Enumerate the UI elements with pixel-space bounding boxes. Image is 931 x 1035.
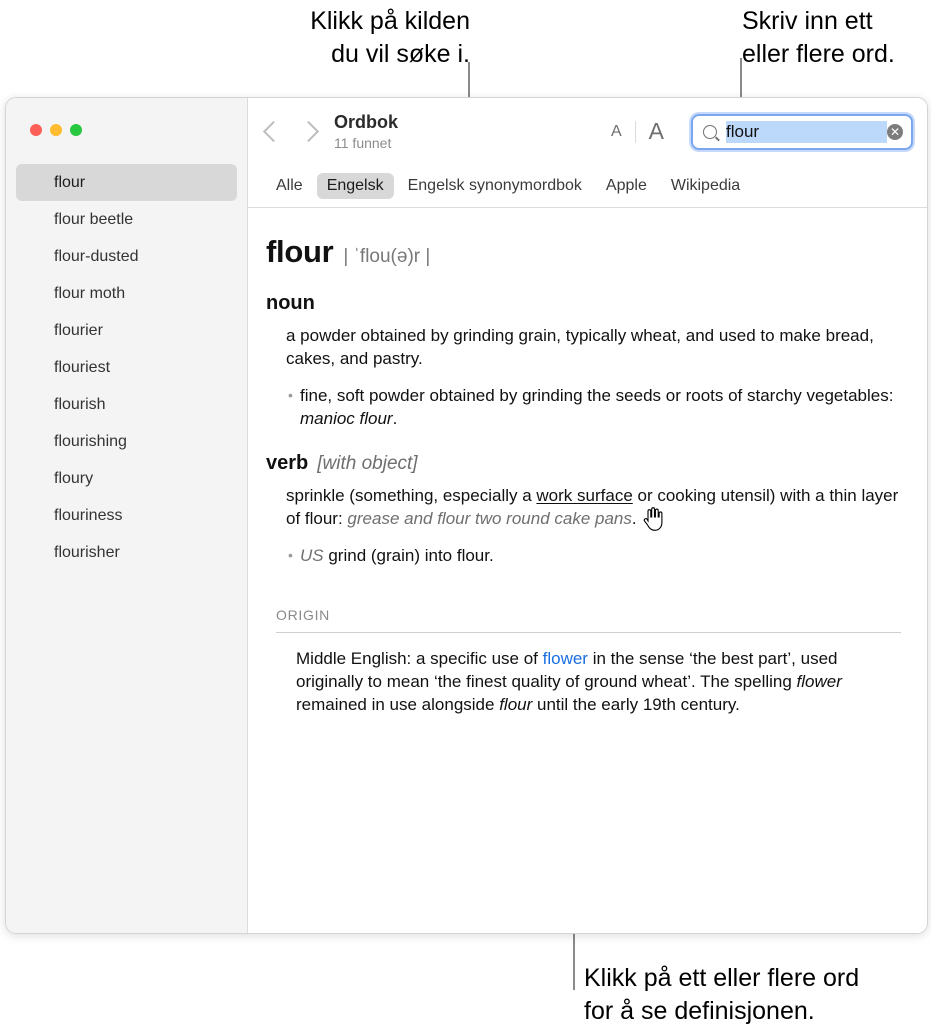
sidebar-item-flour-dusted[interactable]: flour-dusted <box>16 238 237 275</box>
search-input[interactable]: flour <box>726 120 887 143</box>
tab-engelsk-synonymordbok[interactable]: Engelsk synonymordbok <box>398 173 592 199</box>
sidebar-item-flour-beetle[interactable]: flour beetle <box>16 201 237 238</box>
sidebar-item-flouriest[interactable]: flouriest <box>16 349 237 386</box>
title-block: Ordbok 11 funnet <box>334 112 398 151</box>
sidebar-item-flour[interactable]: flour <box>16 164 237 201</box>
sidebar: flour flour beetle flour-dusted flour mo… <box>6 98 248 933</box>
page-title: Ordbok <box>334 112 399 133</box>
origin-part1: Middle English: a specific use of <box>296 649 543 668</box>
sidebar-item-label: flouriest <box>54 358 111 376</box>
chevron-right-icon[interactable] <box>297 120 320 143</box>
tab-alle[interactable]: Alle <box>266 173 313 199</box>
dictionary-window: flour flour beetle flour-dusted flour mo… <box>5 97 928 934</box>
callout-source-text: Klikk på kilden du vil søke i. <box>310 7 470 68</box>
sidebar-item-label: flouriness <box>54 506 123 524</box>
callout-search-text: Skriv inn ett eller flere ord. <box>742 7 895 68</box>
part-of-speech-noun: noun <box>266 292 901 315</box>
verb-example: grease and flour two round cake pans <box>347 509 632 528</box>
origin-heading: ORIGIN <box>276 607 330 623</box>
zoom-button[interactable] <box>70 124 82 136</box>
sidebar-item-label: flour beetle <box>54 210 134 228</box>
search-field[interactable]: flour ✕ <box>691 113 913 150</box>
font-size-controls: A A <box>598 118 677 145</box>
phonetic-transcription: | ˈflou(ə)r | <box>343 246 431 267</box>
headword: flour <box>266 234 334 269</box>
pos-label: verb <box>266 452 309 474</box>
subsense-example: manioc flour <box>300 409 393 428</box>
chevron-left-icon[interactable] <box>262 120 285 143</box>
decrease-font-button[interactable]: A <box>598 123 635 141</box>
origin-divider <box>276 632 901 633</box>
sidebar-item-label: flourisher <box>54 543 120 561</box>
minimize-button[interactable] <box>50 124 62 136</box>
definition-body: flour | ˈflou(ə)r | noun a powder obtain… <box>248 208 927 933</box>
sidebar-item-label: flour-dusted <box>54 247 139 265</box>
tab-engelsk[interactable]: Engelsk <box>316 173 394 199</box>
pos-label: noun <box>266 292 315 314</box>
sidebar-item-label: flourishing <box>54 432 127 450</box>
toolbar: Ordbok 11 funnet A A flour ✕ <box>248 98 927 165</box>
part-of-speech-verb: verb [with object] <box>266 452 901 475</box>
tab-wikipedia[interactable]: Wikipedia <box>661 173 750 199</box>
sidebar-item-flourishing[interactable]: flourishing <box>16 423 237 460</box>
origin-text: Middle English: a specific use of flower… <box>296 647 901 716</box>
sidebar-item-flourier[interactable]: flourier <box>16 312 237 349</box>
origin-part3: remained in use alongside <box>296 695 500 714</box>
verb-sense-1: sprinkle (something, especially a work s… <box>286 484 901 530</box>
hovered-word-link[interactable]: work surface <box>536 486 632 505</box>
callout-word-text: Klikk på ett eller flere ord for å se de… <box>584 964 860 1025</box>
noun-sense-1: a powder obtained by grinding grain, typ… <box>286 326 874 368</box>
sidebar-item-flouriness[interactable]: flouriness <box>16 497 237 534</box>
content-pane: Ordbok 11 funnet A A flour ✕ Alle Engels… <box>248 98 927 933</box>
sidebar-item-flourish[interactable]: flourish <box>16 386 237 423</box>
tab-apple[interactable]: Apple <box>596 173 657 199</box>
noun-subsense-1: fine, soft powder obtained by grinding t… <box>288 384 901 430</box>
sidebar-item-label: flour <box>54 173 86 191</box>
pos-note: [with object] <box>317 453 418 474</box>
verb-sense-part1: sprinkle (something, especially a <box>286 486 537 505</box>
sidebar-item-floury[interactable]: floury <box>16 460 237 497</box>
verb-sense-tail: . <box>631 509 637 528</box>
verb-subsense-1: US grind (grain) into flour. <box>288 544 901 567</box>
flower-link[interactable]: flower <box>543 649 588 668</box>
sidebar-item-label: flourier <box>54 321 103 339</box>
sidebar-item-label: floury <box>54 469 94 487</box>
sidebar-item-label: flour moth <box>54 284 126 302</box>
verb-subsense-text: grind (grain) into flour. <box>323 546 494 565</box>
close-button[interactable] <box>30 124 42 136</box>
window-controls <box>30 124 82 136</box>
word-list: flour flour beetle flour-dusted flour mo… <box>6 164 247 571</box>
sidebar-item-flour-moth[interactable]: flour moth <box>16 275 237 312</box>
source-tabs: Alle Engelsk Engelsk synonymordbok Apple… <box>248 165 927 208</box>
origin-part4: until the early 19th century. <box>532 695 740 714</box>
increase-font-button[interactable]: A <box>636 118 677 145</box>
subsense-text: fine, soft powder obtained by grinding t… <box>300 386 894 405</box>
clear-icon[interactable]: ✕ <box>887 123 903 140</box>
result-count: 11 funnet <box>334 134 392 151</box>
sidebar-item-label: flourish <box>54 395 106 413</box>
navigation-buttons <box>262 120 320 143</box>
origin-italic-flour: flour <box>499 695 533 714</box>
origin-italic-flower: flower <box>796 672 842 691</box>
headword-line: flour | ˈflou(ə)r | <box>266 234 901 270</box>
search-icon <box>703 124 717 139</box>
region-label: US <box>300 546 324 565</box>
sidebar-item-flourisher[interactable]: flourisher <box>16 534 237 571</box>
subsense-tail: . <box>392 409 398 428</box>
